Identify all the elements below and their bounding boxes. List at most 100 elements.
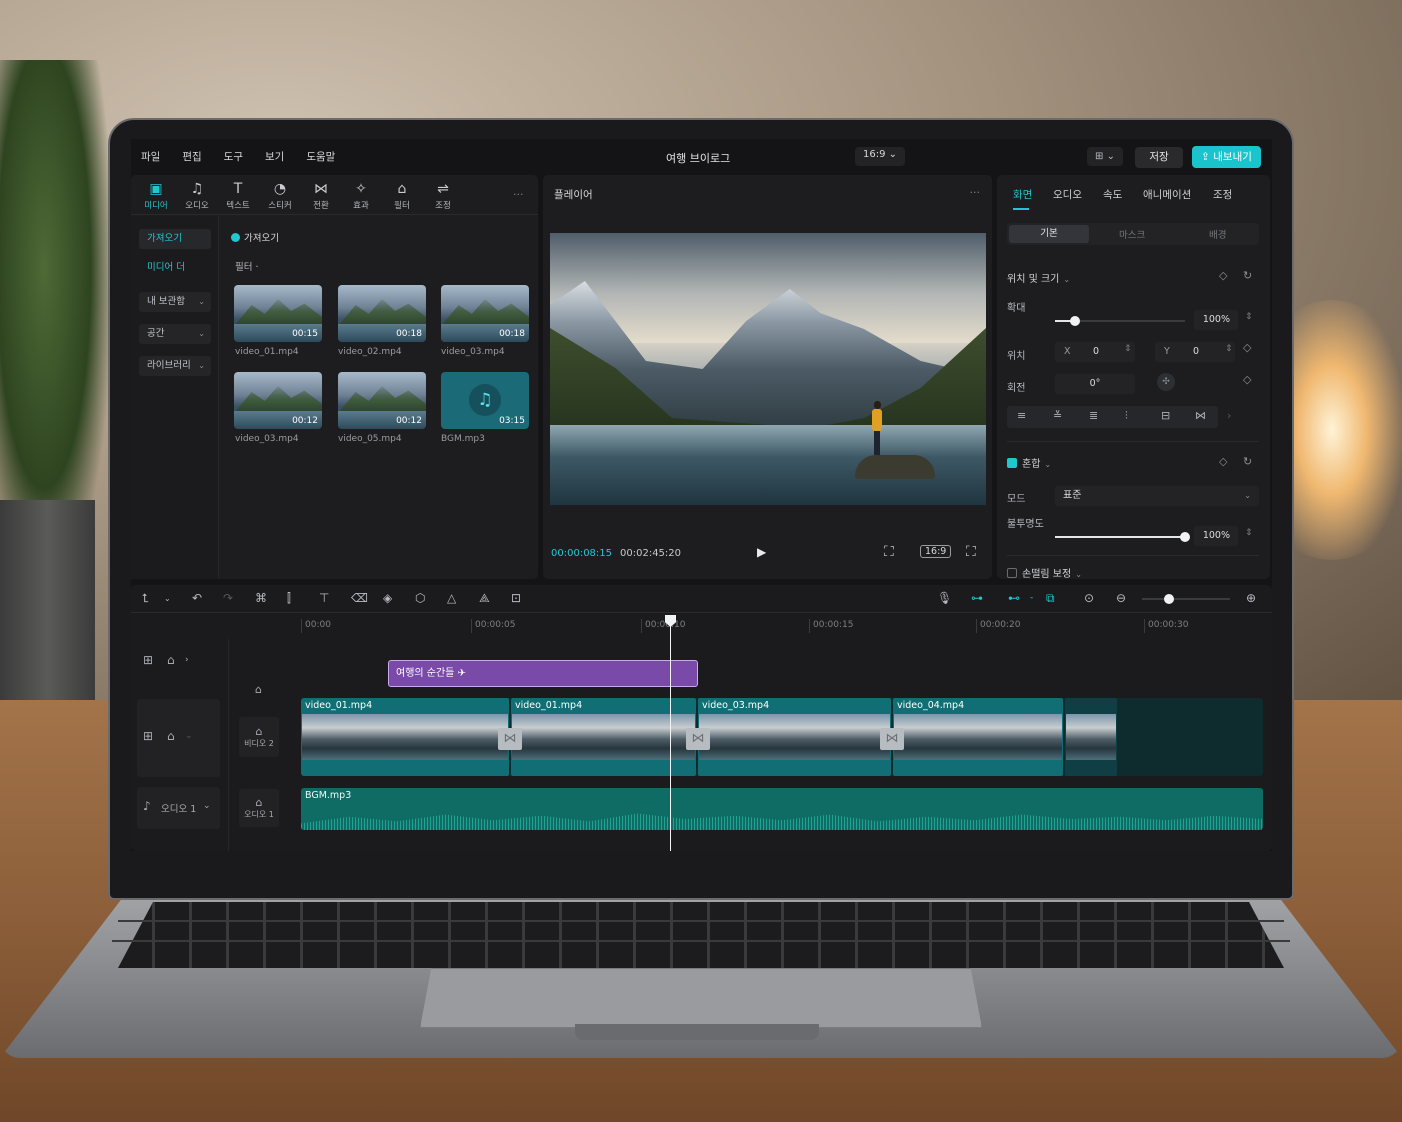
subtab-mask[interactable]: 마스크 [1119, 227, 1145, 241]
stepper-icon[interactable]: ⇕ [1245, 528, 1253, 538]
keyframe-icon[interactable]: ◇ [1243, 341, 1251, 354]
rotate-dial-icon[interactable]: ✣ [1157, 373, 1175, 391]
ratio-dropdown[interactable]: 16:9 ⌄ [855, 147, 906, 166]
keyframe-icon[interactable]: ◇ [1219, 455, 1227, 468]
marker-icon[interactable]: ◈ [383, 591, 392, 605]
chevron-down-icon[interactable]: ⌄ [203, 801, 211, 811]
blend-checkbox[interactable] [1007, 458, 1017, 468]
transition-icon[interactable]: ⋈ [498, 728, 522, 750]
video-clip[interactable]: video_04.mp4 [893, 698, 1063, 776]
undo-icon[interactable]: ↶ [192, 591, 202, 605]
chevron-right-icon[interactable]: › [1227, 409, 1231, 422]
redo-icon[interactable]: ↷ [223, 591, 233, 605]
linkage-icon[interactable]: ⧉ [1046, 591, 1055, 606]
tool-text[interactable]: T 텍스트 [218, 181, 258, 211]
media-thumb[interactable]: 00:18 [441, 285, 529, 342]
sidenav-media[interactable]: 미디어 더 [139, 258, 211, 278]
crop-tool-icon[interactable]: ⊡ [511, 591, 521, 605]
microphone-icon[interactable]: 🎙 [937, 591, 952, 605]
position-x-input[interactable]: X0 [1055, 342, 1135, 362]
media-thumb-audio[interactable]: ♫ 03:15 [441, 372, 529, 429]
align-top-icon[interactable]: ≡ [1017, 409, 1026, 422]
audio-track-icon[interactable]: ♪ [143, 799, 151, 813]
stabilize-section[interactable]: 손떨림 보정 ⌄ [1007, 565, 1082, 580]
video-clip[interactable]: video_01.mp4 [301, 698, 509, 776]
text-track-lock-icon[interactable]: ⌂ [255, 683, 262, 696]
scale-slider[interactable] [1055, 316, 1185, 326]
align-left-icon[interactable]: ⫶ [1125, 409, 1128, 423]
lock-icon[interactable]: ⌂ [167, 729, 175, 743]
add-track-icon[interactable]: ⊞ [143, 729, 153, 743]
stepper-icon[interactable]: ⇕ [1225, 344, 1233, 354]
add-track-icon[interactable]: ⊞ [143, 653, 153, 667]
slider-knob[interactable] [1070, 316, 1080, 326]
video-preview[interactable] [550, 233, 986, 505]
hide-icon[interactable]: ⌄ [185, 731, 193, 741]
import-button[interactable]: 가져오기 [231, 230, 279, 244]
menu-file[interactable]: 파일 [141, 149, 160, 164]
select-tool-icon[interactable]: ⮤ [142, 591, 149, 606]
mode-select[interactable]: 표준 ⌄ [1055, 486, 1259, 506]
video-clip[interactable]: video_01.mp4 [511, 698, 696, 776]
stabilize-checkbox[interactable] [1007, 568, 1017, 578]
rotate-icon[interactable]: ⟁ [479, 591, 490, 606]
stepper-icon[interactable]: ⇕ [1124, 344, 1132, 354]
sidenav-space[interactable]: 공간 ⌄ [139, 324, 211, 344]
tool-filter[interactable]: ⌂ 필터 [382, 181, 422, 211]
video-clip[interactable]: video_03.mp4 [698, 698, 891, 776]
text-clip[interactable]: 여행의 순간들 ✈ [388, 660, 698, 687]
tool-sticker[interactable]: ◔ 스티커 [260, 181, 300, 211]
sidenav-library[interactable]: 라이브러리 ⌄ [139, 356, 211, 376]
menu-tools[interactable]: 도구 [224, 149, 243, 164]
slider-knob[interactable] [1164, 594, 1174, 604]
video-clip-tail[interactable] [1065, 698, 1117, 776]
position-y-input[interactable]: Y0 [1155, 342, 1235, 362]
media-thumb[interactable]: 00:15 [234, 285, 322, 342]
mirror-icon[interactable]: △ [447, 591, 456, 605]
tool-effect[interactable]: ✧ 효과 [341, 181, 381, 211]
reset-icon[interactable]: ↻ [1243, 269, 1252, 282]
export-button[interactable]: ⇪ 내보내기 [1192, 146, 1261, 168]
timeline-ruler[interactable]: 00:00 00:00:05 00:00:10 00:00:15 00:00:2… [131, 613, 1272, 639]
zoom-slider[interactable] [1142, 594, 1230, 604]
blend-section[interactable]: 혼합 ⌄ [1007, 455, 1051, 470]
save-button[interactable]: 저장 [1135, 147, 1183, 168]
tab-audio[interactable]: 오디오 [1053, 187, 1082, 202]
media-thumb[interactable]: 00:12 [338, 372, 426, 429]
zoom-fit-icon[interactable]: ⊕ [1246, 591, 1256, 605]
transition-icon[interactable]: ⋈ [686, 728, 710, 750]
sidenav-import[interactable]: 가져오기 [139, 229, 211, 249]
chevron-down-icon[interactable]: ⌄ [164, 594, 171, 603]
transition-icon[interactable]: ⋈ [880, 728, 904, 750]
menu-help[interactable]: 도움말 [306, 149, 335, 164]
more-icon[interactable]: ··· [970, 186, 981, 199]
tab-speed[interactable]: 속도 [1103, 187, 1122, 202]
sidenav-my-library[interactable]: 내 보관함 ⌄ [139, 292, 211, 312]
align-bottom-icon[interactable]: ≣ [1089, 409, 1098, 422]
tab-animation[interactable]: 애니메이션 [1143, 187, 1191, 202]
split-icon[interactable]: ⌘ [255, 591, 267, 605]
lock-icon[interactable]: ⌂ [167, 653, 175, 667]
media-thumb[interactable]: 00:12 [234, 372, 322, 429]
crop-icon[interactable]: ⛶ [884, 544, 894, 560]
keyframe-icon[interactable]: ◇ [1219, 269, 1227, 282]
menu-view[interactable]: 보기 [265, 149, 284, 164]
stepper-icon[interactable]: ⇕ [1245, 312, 1253, 322]
position-size-section[interactable]: 위치 및 크기 ⌄ [1007, 270, 1070, 285]
subtab-basic[interactable]: 기본 [1009, 225, 1089, 243]
zoom-out-icon[interactable]: ⊖ [1116, 591, 1126, 605]
main-track-magnet-icon[interactable]: ⊶ [971, 591, 983, 605]
filter-dropdown[interactable]: 필터 · [235, 259, 259, 273]
trim-left-icon[interactable]: ⫿ [287, 591, 291, 606]
media-thumb[interactable]: 00:18 [338, 285, 426, 342]
rotation-input[interactable]: 0° [1055, 374, 1135, 394]
tab-screen[interactable]: 화면 [1013, 187, 1032, 202]
align-middle-icon[interactable]: ≚ [1053, 409, 1062, 422]
auto-snap-icon[interactable]: ⊷ [1008, 591, 1020, 605]
subtab-background[interactable]: 배경 [1209, 227, 1226, 241]
playhead[interactable] [670, 615, 671, 851]
more-icon[interactable]: ··· [513, 188, 524, 201]
reset-icon[interactable]: ↻ [1243, 455, 1252, 468]
preview-axis-icon[interactable]: ⊙ [1084, 591, 1094, 605]
lock-icon[interactable]: ⌂ [239, 796, 279, 809]
